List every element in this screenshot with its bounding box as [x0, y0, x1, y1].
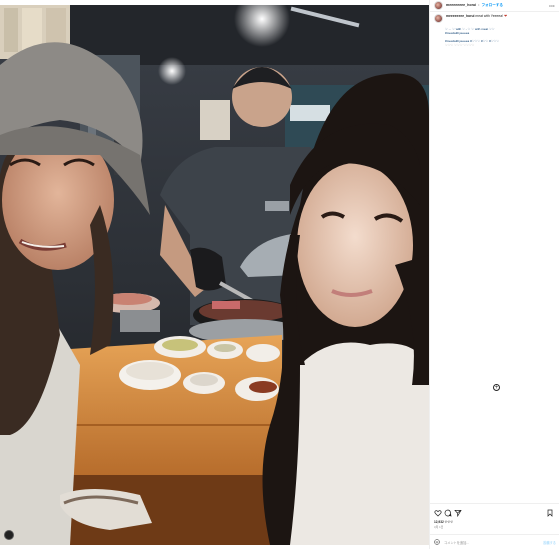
caption-text: meeeeeeee_horui meat with Yeeeea! ❤: [446, 14, 507, 23]
post-date: 3月 1日: [434, 525, 444, 529]
caption-body: meat with Yeeeea!: [475, 14, 504, 18]
comment-divider: [430, 534, 559, 535]
comment-box: コメントを追加... 投稿する: [434, 538, 556, 546]
author-username[interactable]: meeeeeeee_horui: [446, 3, 476, 7]
caption-username[interactable]: meeeeeeee_horui: [446, 14, 474, 18]
likes-count[interactable]: 12,932 ♡♡♡: [434, 520, 453, 524]
send-icon[interactable]: [454, 509, 462, 517]
caption-hashtag[interactable]: #meatwithyeeeea: [445, 31, 555, 35]
carousel-dot: [4, 530, 14, 540]
actions-divider: [430, 503, 559, 504]
caption-emoji: ❤: [504, 14, 507, 18]
follow-button[interactable]: フォローする: [481, 3, 503, 8]
bookmark-icon[interactable]: [546, 509, 554, 517]
caption: meeeeeeee_horui meat with Yeeeea! ❤: [434, 14, 556, 23]
post-photo[interactable]: [0, 5, 429, 545]
restaurant-selfie-photo: [0, 5, 429, 545]
post-header: meeeeeeee_horui • フォローする •••: [430, 0, 559, 10]
avatar[interactable]: [434, 0, 443, 10]
header-separator: •: [478, 3, 480, 7]
plus-circle-icon[interactable]: +: [493, 384, 500, 391]
more-horizontal-icon[interactable]: •••: [549, 3, 555, 8]
action-bar: [434, 509, 556, 517]
header-divider: [430, 11, 559, 12]
comment-input[interactable]: コメントを追加...: [444, 540, 469, 545]
comment-icon[interactable]: [444, 509, 452, 517]
post-sidebar: meeeeeeee_horui • フォローする ••• meeeeeeee_h…: [429, 0, 559, 549]
caption-avatar[interactable]: [434, 14, 443, 23]
instagram-post: meeeeeeee_horui • フォローする ••• meeeeeeee_h…: [0, 0, 559, 549]
heart-icon[interactable]: [434, 509, 442, 517]
caption-meta: ♡♡♡ ♡♡♡ ♡♡♡♡: [445, 43, 475, 47]
post-comment-button[interactable]: 投稿する: [543, 540, 556, 545]
smiley-icon[interactable]: [434, 539, 440, 545]
